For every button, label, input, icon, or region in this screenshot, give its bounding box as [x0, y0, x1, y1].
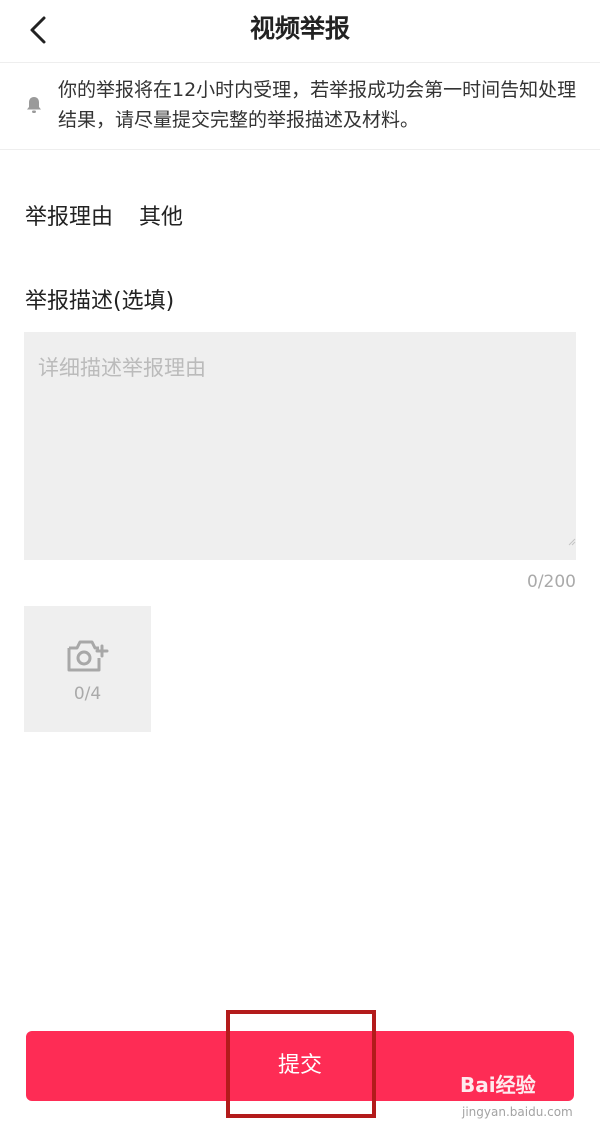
reason-row[interactable]: 举报理由 其他 [25, 196, 183, 240]
description-input[interactable] [24, 332, 576, 560]
description-label: 举报描述(选填) [25, 289, 175, 314]
camera-add-icon [67, 640, 109, 672]
watermark-url: jingyan.baidu.com [462, 1105, 573, 1119]
reason-label: 举报理由 [25, 205, 114, 230]
upload-count: 0/4 [73, 684, 102, 704]
baidu-jingyan-watermark: Bai经验 jingyan.baidu.com [460, 1070, 592, 1126]
char-counter: 0/200 [527, 572, 576, 592]
page-title: 视频举报 [249, 14, 350, 43]
notice-text: 你的举报将在12小时内受理，若举报成功会第一时间告知处理结果，请尽量提交完整的举… [58, 79, 577, 131]
upload-image-button[interactable]: 0/4 [24, 606, 151, 732]
reason-value: 其他 [139, 205, 184, 230]
report-page: 视频举报 你的举报将在12小时内受理，若举报成功会第一时间告知处理结果，请尽量提… [0, 0, 600, 1130]
header: 视频举报 [0, 0, 600, 63]
bell-icon [27, 97, 41, 113]
resize-grip-icon[interactable] [568, 538, 576, 546]
notice-banner: 你的举报将在12小时内受理，若举报成功会第一时间告知处理结果，请尽量提交完整的举… [0, 63, 600, 150]
watermark-logo-text: Bai经验 [460, 1073, 536, 1097]
